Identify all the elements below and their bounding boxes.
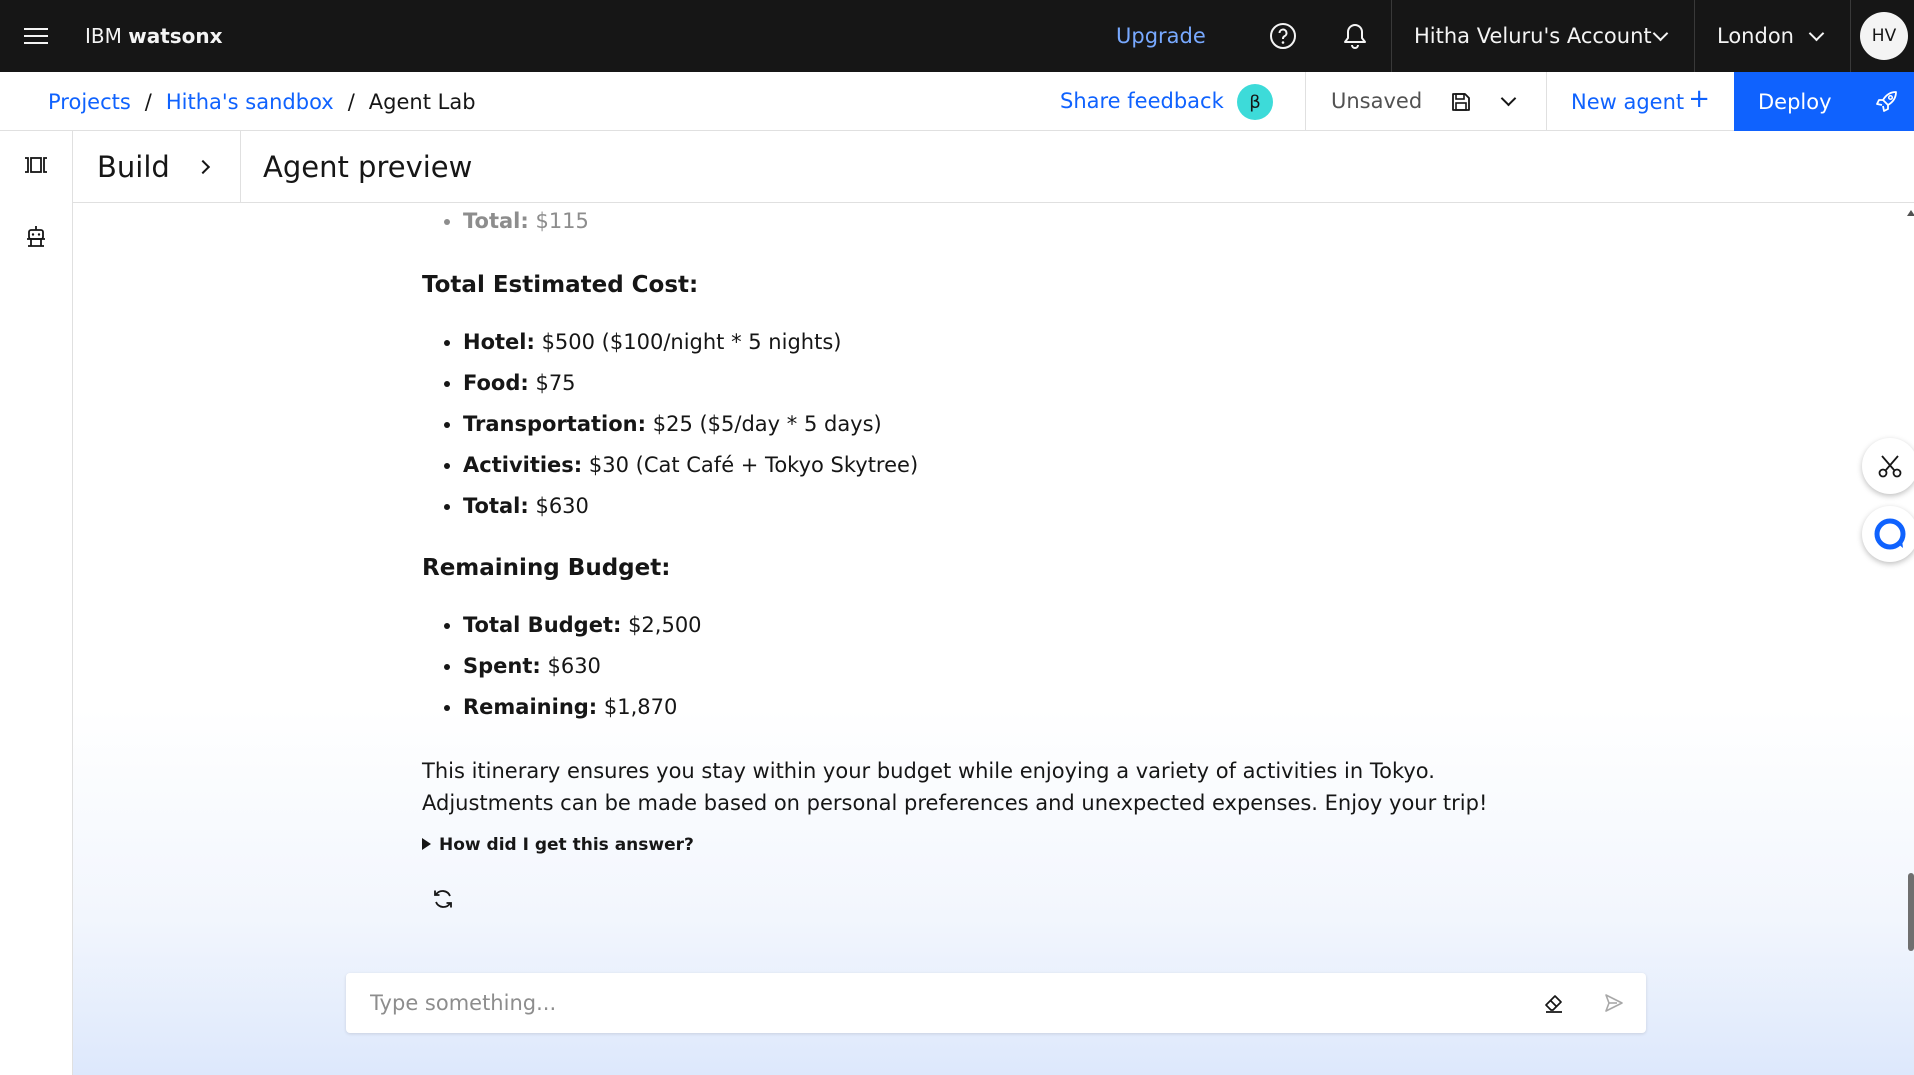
chat-area: Total: $115 Total Estimated Cost: Hotel:… (73, 203, 1914, 1075)
build-tab[interactable]: Build (73, 131, 241, 203)
budget-heading: Remaining Budget: (422, 555, 671, 581)
snipping-tool-icon[interactable] (1862, 438, 1914, 494)
share-feedback-link[interactable]: Share feedback (1060, 72, 1224, 131)
list-item: Food: $75 (422, 368, 918, 409)
list-item: Transportation: $25 ($5/day * 5 days) (422, 409, 918, 450)
save-options-chevron-down-icon[interactable] (1492, 72, 1524, 131)
breadcrumb: Projects / Hitha's sandbox / Agent Lab (48, 72, 476, 131)
list-item: Activities: $30 (Cat Café + Tokyo Skytre… (422, 450, 918, 491)
chevron-down-icon (1652, 25, 1669, 42)
product-name[interactable]: IBM watsonx (85, 0, 223, 72)
user-avatar[interactable]: HV (1860, 12, 1908, 60)
how-did-i-get-this-answer-toggle[interactable]: How did I get this answer? (422, 830, 694, 860)
cost-list: Hotel: $500 ($100/night * 5 nights) Food… (422, 327, 918, 532)
item-value: $30 (Cat Café + Tokyo Skytree) (582, 453, 919, 477)
account-label: Hitha Veluru's Account (1414, 24, 1652, 48)
item-value: $500 ($100/night * 5 nights) (534, 330, 842, 354)
notification-bell-icon[interactable] (1319, 0, 1391, 72)
item-value: $115 (528, 209, 589, 233)
chevron-down-icon (1808, 25, 1825, 42)
chat-input[interactable] (346, 973, 1506, 1033)
item-label: Hotel: (463, 330, 535, 354)
subheader-divider (1305, 72, 1306, 131)
cost-heading: Total Estimated Cost: (422, 272, 699, 298)
beta-badge: β (1237, 84, 1273, 120)
item-value: $75 (528, 371, 576, 395)
new-agent-button[interactable]: New agent + (1547, 72, 1734, 131)
brand-prefix: IBM (85, 24, 122, 48)
new-agent-label: New agent (1571, 89, 1685, 114)
previous-list: Total: $115 (422, 206, 589, 247)
breadcrumb-separator: / (144, 89, 152, 114)
save-status: Unsaved (1331, 89, 1423, 113)
chevron-right-icon (195, 159, 211, 175)
list-item: Remaining: $1,870 (422, 692, 702, 733)
help-icon[interactable] (1247, 0, 1319, 72)
list-item: Hotel: $500 ($100/night * 5 nights) (422, 327, 918, 368)
chat-composer (346, 973, 1646, 1033)
build-label: Build (97, 150, 170, 184)
sub-header: Projects / Hitha's sandbox / Agent Lab S… (0, 72, 1914, 131)
explain-label: How did I get this answer? (439, 835, 694, 855)
send-icon[interactable] (1598, 987, 1630, 1019)
region-label: London (1717, 24, 1794, 48)
regenerate-icon[interactable] (427, 883, 459, 915)
agent-bot-icon[interactable] (16, 217, 56, 257)
scrollbar-thumb[interactable] (1908, 873, 1914, 951)
list-item: Total: $115 (422, 206, 589, 247)
upgrade-link[interactable]: Upgrade (1116, 0, 1206, 72)
rocket-icon (1874, 88, 1900, 119)
item-value: $2,500 (621, 613, 702, 637)
item-value: $1,870 (597, 695, 678, 719)
region-switcher[interactable]: London (1695, 0, 1850, 72)
item-label: Food: (463, 371, 529, 395)
item-label: Total: (463, 494, 529, 518)
budget-list: Total Budget: $2,500 Spent: $630 Remaini… (422, 610, 702, 733)
brand-name: watsonx (128, 24, 223, 48)
header-divider (1850, 0, 1851, 72)
agent-preview-title: Agent preview (263, 150, 473, 184)
deploy-button[interactable]: Deploy (1734, 72, 1914, 131)
item-label: Total Budget: (463, 613, 622, 637)
item-label: Total: (463, 209, 529, 233)
list-item: Spent: $630 (422, 651, 702, 692)
eraser-icon[interactable] (1538, 987, 1570, 1019)
hamburger-menu-icon[interactable] (0, 0, 72, 72)
closing-paragraph: This itinerary ensures you stay within y… (422, 759, 1488, 815)
item-label: Remaining: (463, 695, 598, 719)
scroll-up-arrow-icon[interactable] (1907, 210, 1914, 216)
item-value: $25 ($5/day * 5 days) (646, 412, 882, 436)
breadcrumb-sandbox[interactable]: Hitha's sandbox (166, 90, 334, 114)
deploy-label: Deploy (1758, 89, 1832, 114)
assistant-chat-icon[interactable] (1862, 506, 1914, 562)
save-icon[interactable] (1445, 72, 1477, 131)
panel-header: Build Agent preview (73, 131, 1914, 203)
disclosure-triangle-icon (422, 838, 431, 850)
model-view-icon[interactable] (16, 145, 56, 185)
plus-icon: + (1688, 84, 1710, 114)
list-item: Total: $630 (422, 491, 918, 532)
item-value: $630 (540, 654, 601, 678)
list-item: Total Budget: $2,500 (422, 610, 702, 651)
breadcrumb-separator: / (347, 89, 355, 114)
item-label: Transportation: (463, 412, 647, 436)
item-value: $630 (528, 494, 589, 518)
item-label: Activities: (463, 453, 583, 477)
item-label: Spent: (463, 654, 541, 678)
left-rail (0, 131, 73, 1075)
account-switcher[interactable]: Hitha Veluru's Account (1392, 0, 1694, 72)
top-header: IBM watsonx Upgrade Hitha Veluru's Accou… (0, 0, 1914, 72)
breadcrumb-projects[interactable]: Projects (48, 90, 131, 114)
breadcrumb-current: Agent Lab (368, 89, 476, 114)
